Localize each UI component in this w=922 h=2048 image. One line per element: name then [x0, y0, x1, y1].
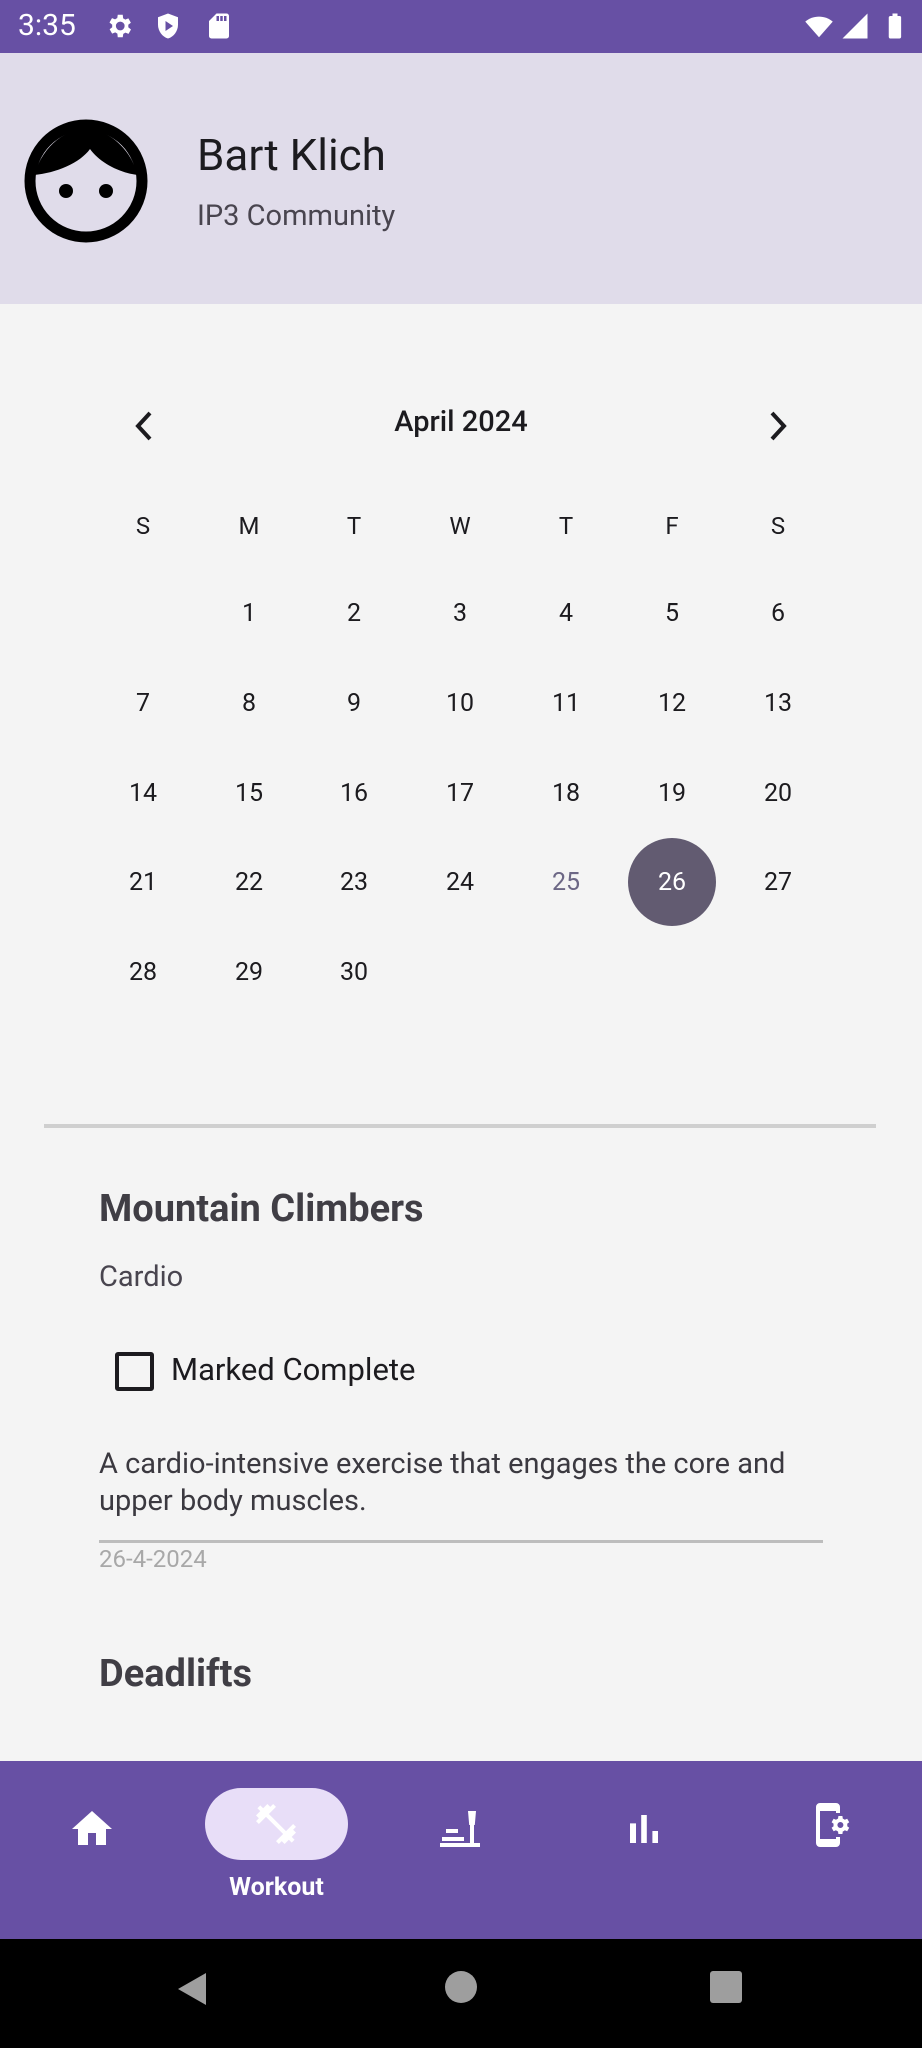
calendar-day[interactable]: 7 — [99, 659, 187, 747]
system-navigation-bar — [0, 1939, 922, 2048]
calendar-day[interactable]: 6 — [734, 569, 822, 657]
device-settings-icon — [816, 1803, 850, 1847]
nav-nutrition[interactable] — [410, 1761, 514, 1939]
calendar-day[interactable]: 16 — [310, 749, 398, 837]
calendar-day[interactable]: 13 — [734, 659, 822, 747]
calendar-day[interactable]: 24 — [416, 838, 504, 926]
user-name: Bart Klich — [197, 129, 386, 181]
user-community: IP3 Community — [197, 199, 396, 233]
exercise-title: Mountain Climbers — [99, 1187, 424, 1231]
description-underline — [99, 1540, 823, 1543]
section-divider — [44, 1124, 876, 1128]
calendar-day[interactable]: 15 — [205, 749, 293, 837]
chevron-right-icon — [770, 411, 787, 441]
calendar-day[interactable]: 5 — [628, 569, 716, 657]
battery-icon — [888, 13, 902, 39]
stats-icon — [630, 1815, 658, 1843]
calendar-day[interactable]: 25 — [522, 838, 610, 926]
status-bar: 3:35 — [0, 0, 922, 53]
calendar-day[interactable]: 21 — [99, 838, 187, 926]
calendar-day[interactable]: 18 — [522, 749, 610, 837]
dumbbell-icon — [256, 1804, 296, 1844]
calendar-day[interactable]: 27 — [734, 838, 822, 926]
nav-stats[interactable] — [592, 1761, 696, 1939]
settings-status-icon — [109, 14, 131, 38]
calendar-day[interactable]: 12 — [628, 659, 716, 747]
weekday-label: S — [135, 512, 151, 540]
calendar-day[interactable]: 9 — [310, 659, 398, 747]
calendar-day[interactable]: 29 — [205, 928, 293, 1016]
recents-icon[interactable] — [708, 1969, 744, 2005]
calendar-day[interactable]: 28 — [99, 928, 187, 1016]
sd-card-icon — [209, 13, 229, 39]
calendar-day[interactable]: 4 — [522, 569, 610, 657]
wifi-icon — [805, 16, 833, 38]
home-icon — [72, 1811, 112, 1845]
calendar-day[interactable]: 10 — [416, 659, 504, 747]
exercise-category: Cardio — [99, 1260, 184, 1294]
chevron-left-icon — [135, 411, 152, 441]
previous-month-button[interactable] — [120, 402, 168, 450]
calendar-day[interactable]: 11 — [522, 659, 610, 747]
calendar-month-label: April 2024 — [394, 405, 528, 439]
calendar-day[interactable]: 2 — [310, 569, 398, 657]
profile-header: Bart Klich IP3 Community — [0, 53, 922, 304]
nav-device-settings[interactable] — [778, 1761, 882, 1939]
calendar-day[interactable]: 3 — [416, 569, 504, 657]
nutrition-icon — [440, 1811, 480, 1847]
marked-complete-checkbox[interactable] — [115, 1352, 154, 1391]
nav-workout-label: Workout — [229, 1873, 324, 1902]
cell-signal-icon — [842, 13, 868, 39]
weekday-label: M — [238, 512, 260, 540]
exercise-date: 26-4-2024 — [99, 1545, 207, 1573]
weekday-label: S — [770, 512, 786, 540]
exercise-title: Deadlifts — [99, 1652, 253, 1696]
next-month-button[interactable] — [754, 402, 802, 450]
exercise-description: A cardio-intensive exercise that engages… — [99, 1447, 786, 1518]
calendar-day[interactable]: 1 — [205, 569, 293, 657]
weekday-label: T — [558, 512, 574, 540]
calendar-day[interactable]: 23 — [310, 838, 398, 926]
calendar-day[interactable]: 17 — [416, 749, 504, 837]
weekday-label: F — [665, 512, 679, 540]
calendar-day[interactable]: 22 — [205, 838, 293, 926]
avatar-icon[interactable] — [24, 119, 148, 243]
calendar-day[interactable]: 20 — [734, 749, 822, 837]
home-circle-icon[interactable] — [443, 1969, 479, 2005]
weekday-label: W — [449, 512, 471, 540]
back-icon[interactable] — [172, 1969, 212, 2009]
weekday-label: T — [346, 512, 362, 540]
calendar-day-selected[interactable]: 26 — [628, 838, 716, 926]
shield-play-icon — [158, 13, 178, 39]
marked-complete-label[interactable]: Marked Complete — [171, 1351, 415, 1388]
calendar-day[interactable]: 19 — [628, 749, 716, 837]
calendar-day[interactable]: 14 — [99, 749, 187, 837]
nav-home[interactable] — [40, 1761, 144, 1939]
calendar-day[interactable]: 8 — [205, 659, 293, 747]
bottom-navigation: Workout — [0, 1761, 922, 1939]
calendar-day[interactable]: 30 — [310, 928, 398, 1016]
status-time: 3:35 — [18, 8, 76, 43]
